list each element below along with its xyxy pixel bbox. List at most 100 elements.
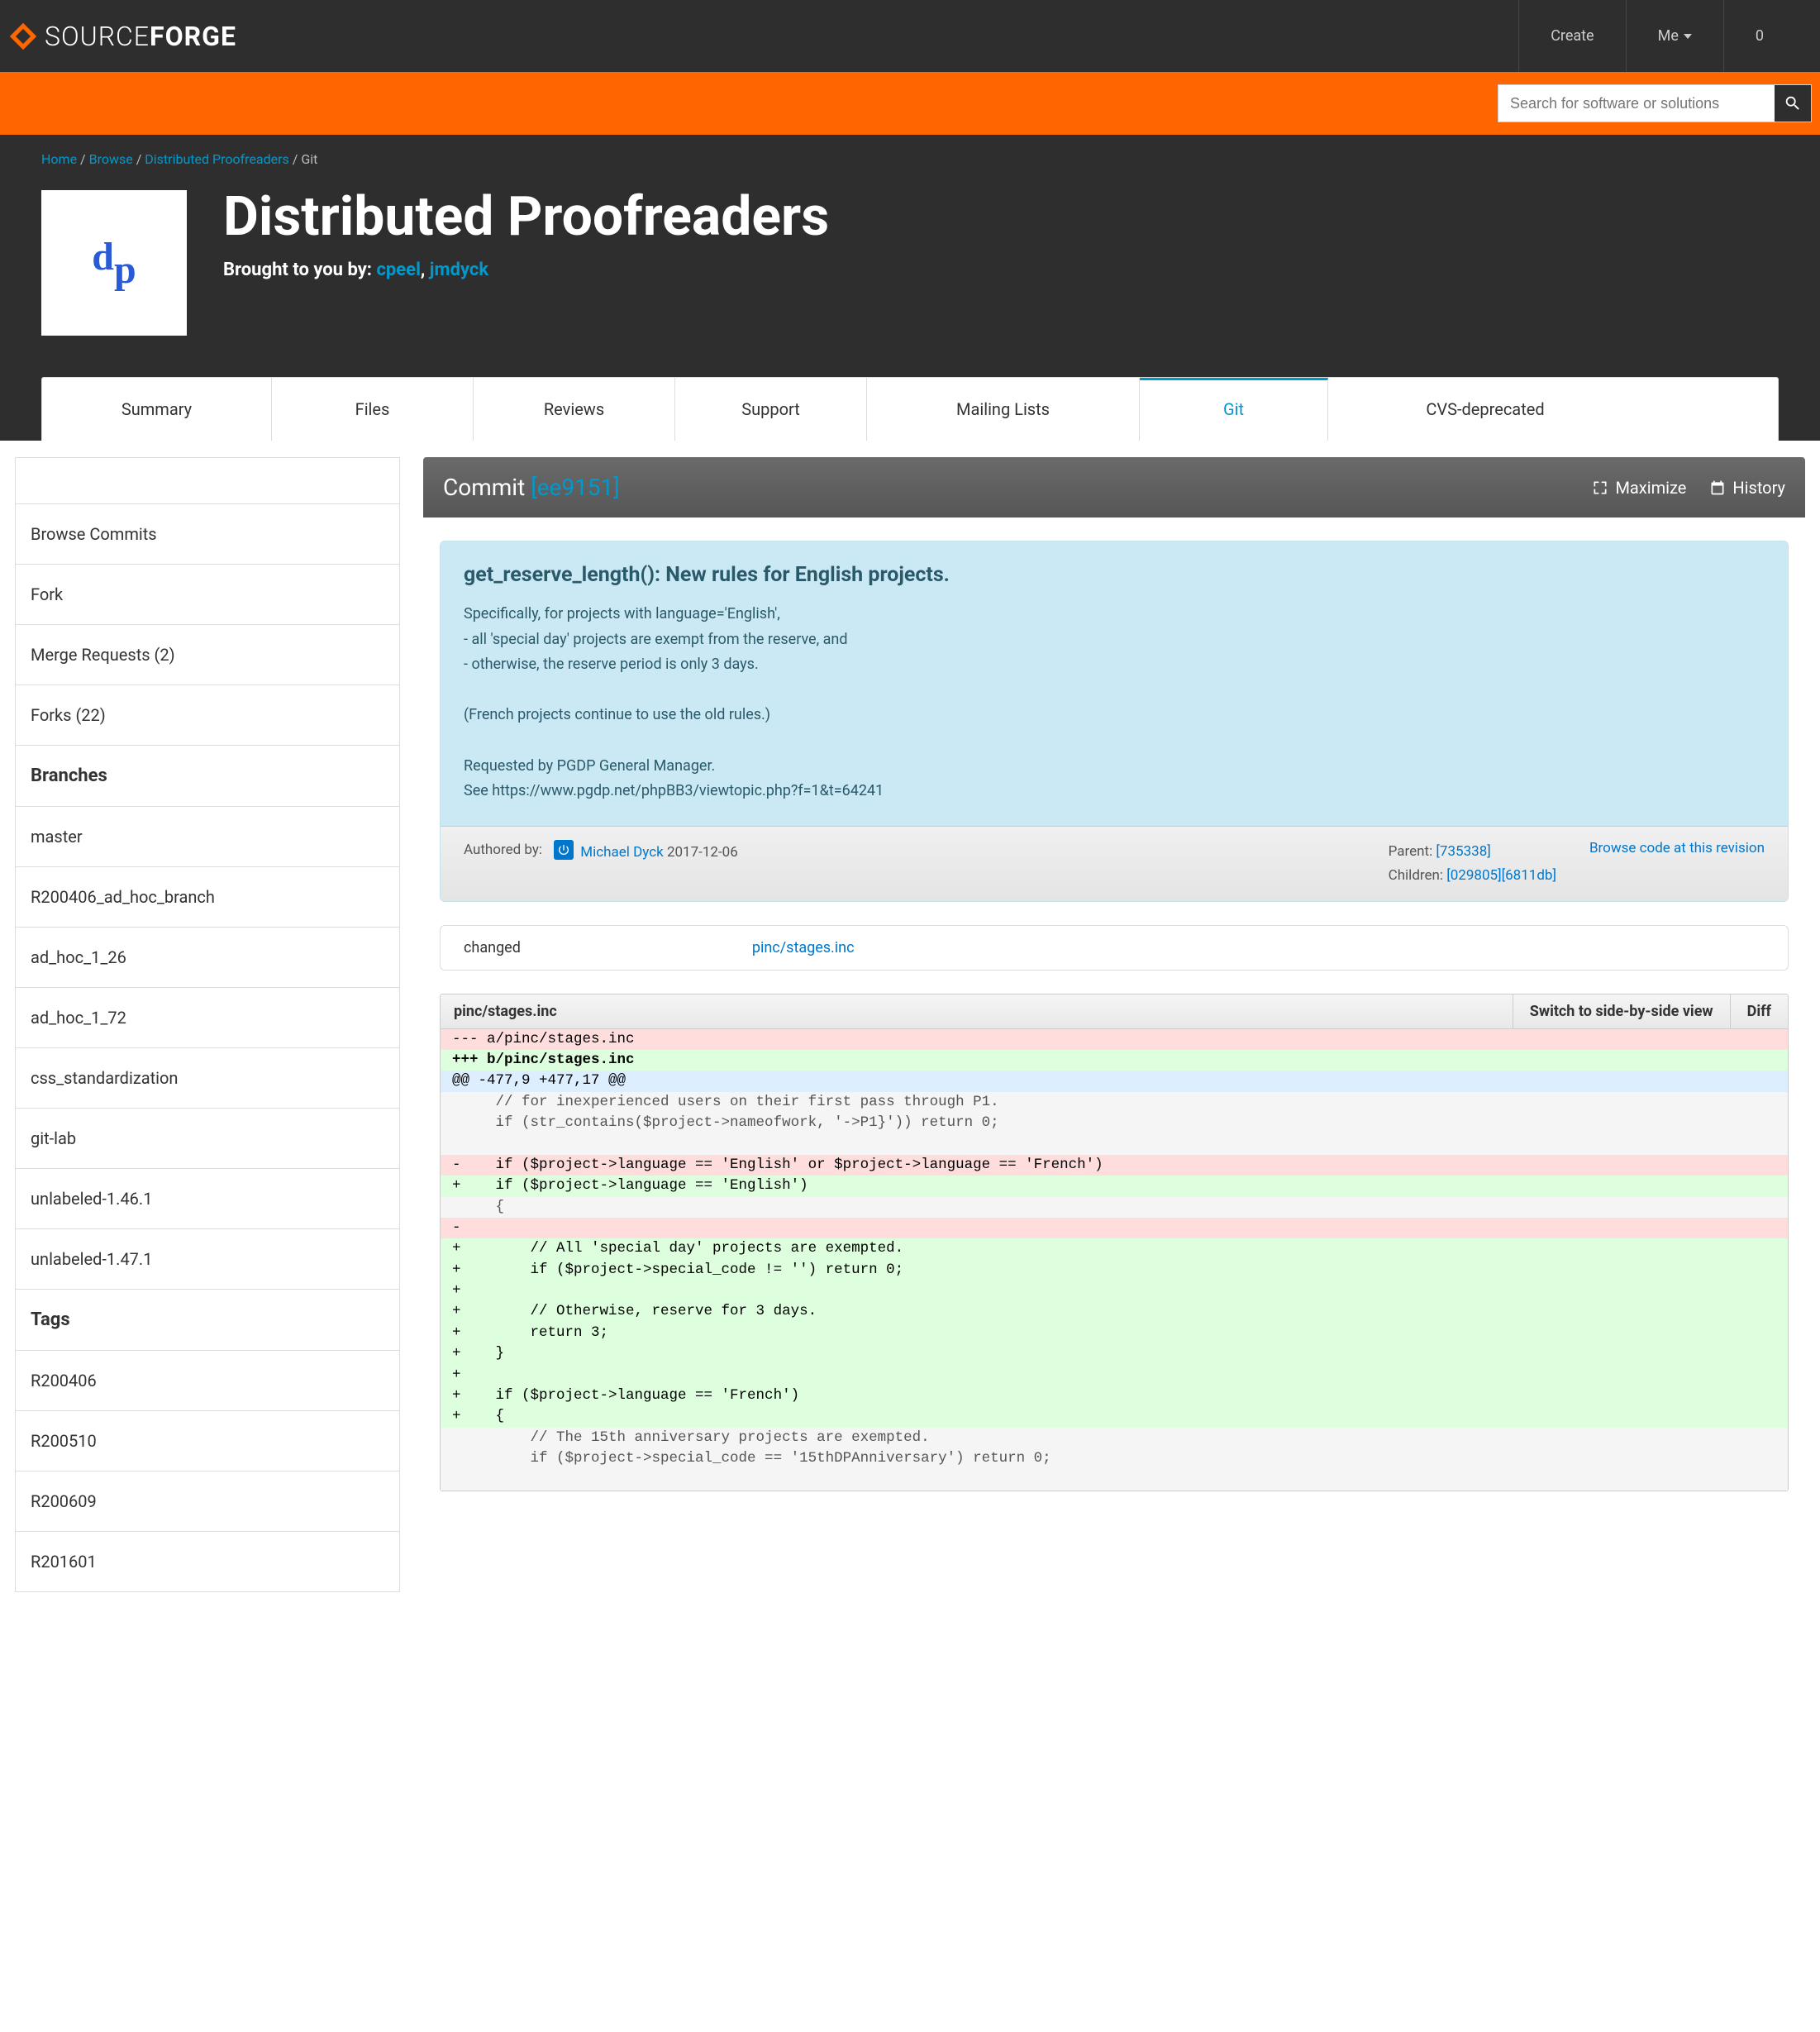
diff-body: --- a/pinc/stages.inc+++ b/pinc/stages.i… xyxy=(441,1029,1788,1491)
parent-link[interactable]: [735338] xyxy=(1436,843,1490,860)
changed-label: changed xyxy=(464,939,521,956)
sidebar-item[interactable]: Merge Requests (2) xyxy=(16,625,399,685)
crumb-current: Git xyxy=(301,151,317,167)
commit-body: Specifically, for projects with language… xyxy=(464,602,1765,804)
logo[interactable]: SOURCEFORGE xyxy=(8,21,236,52)
branch-item[interactable]: master xyxy=(16,807,399,867)
nav-notifications[interactable]: 0 xyxy=(1723,0,1795,72)
sidebar-item[interactable]: Fork xyxy=(16,565,399,625)
sidebar-item[interactable]: Browse Commits xyxy=(16,504,399,565)
browse-code-link[interactable]: Browse code at this revision xyxy=(1589,840,1765,856)
branch-item[interactable]: unlabeled-1.47.1 xyxy=(16,1229,399,1290)
owner-link[interactable]: cpeel xyxy=(376,260,420,280)
diff-line: + return 3; xyxy=(441,1323,1788,1343)
author-link[interactable]: Michael Dyck xyxy=(580,844,663,861)
search-icon xyxy=(1784,94,1802,112)
diff-line: - xyxy=(441,1218,1788,1238)
maximize-icon xyxy=(1592,479,1608,496)
nav-me-label: Me xyxy=(1658,27,1679,45)
diff-button[interactable]: Diff xyxy=(1730,995,1788,1028)
tag-item[interactable]: R200510 xyxy=(16,1411,399,1472)
owner-link[interactable]: jmdyck xyxy=(430,260,488,280)
panel-title: Commit [ee9151] xyxy=(443,474,620,501)
project-header: Home / Browse / Distributed Proofreaders… xyxy=(0,135,1820,377)
diff-line: --- a/pinc/stages.inc xyxy=(441,1029,1788,1050)
diff-line: + if ($project->special_code != '') retu… xyxy=(441,1260,1788,1281)
child-link[interactable]: [029805] xyxy=(1446,867,1501,884)
calendar-icon xyxy=(1709,479,1726,496)
breadcrumbs: Home / Browse / Distributed Proofreaders… xyxy=(41,135,1779,175)
diff-line: { xyxy=(441,1197,1788,1218)
diff-line: - if ($project->language == 'English' or… xyxy=(441,1155,1788,1176)
switch-view-button[interactable]: Switch to side-by-side view xyxy=(1513,995,1730,1028)
commit-title: get_reserve_length(): New rules for Engl… xyxy=(464,563,1765,587)
authored-by-label: Authored by: xyxy=(464,842,542,858)
brought-by: Brought to you by: cpeel, jmdyck xyxy=(223,260,829,280)
search-button[interactable] xyxy=(1775,85,1811,122)
sourceforge-icon xyxy=(8,21,38,51)
tab-summary[interactable]: Summary xyxy=(42,378,272,441)
author-avatar xyxy=(554,840,574,860)
diff-line: + if ($project->language == 'English') xyxy=(441,1176,1788,1196)
diff-line: + if ($project->language == 'French') xyxy=(441,1386,1788,1406)
changed-files: changed pinc/stages.inc xyxy=(440,925,1789,971)
diff-line: + } xyxy=(441,1343,1788,1364)
nav-me[interactable]: Me xyxy=(1626,0,1723,72)
branch-item[interactable]: ad_hoc_1_26 xyxy=(16,928,399,988)
parent-label: Parent: xyxy=(1389,843,1436,860)
diff-line: // for inexperienced users on their firs… xyxy=(441,1092,1788,1113)
diff-line: if ($project->special_code == '15thDPAnn… xyxy=(441,1448,1788,1469)
history-button[interactable]: History xyxy=(1709,478,1785,498)
sidebar-item[interactable]: Forks (22) xyxy=(16,685,399,746)
project-title: Distributed Proofreaders xyxy=(223,190,829,245)
nav-create[interactable]: Create xyxy=(1518,0,1625,72)
logo-text: SOURCEFORGE xyxy=(45,21,236,52)
branches-heading: Branches xyxy=(16,746,399,807)
diff-line: + // All 'special day' projects are exem… xyxy=(441,1238,1788,1259)
caret-down-icon xyxy=(1684,34,1692,39)
crumb-project[interactable]: Distributed Proofreaders xyxy=(145,151,289,167)
crumb-home[interactable]: Home xyxy=(41,151,77,167)
search-input[interactable] xyxy=(1498,85,1775,122)
tab-support[interactable]: Support xyxy=(675,378,867,441)
branch-item[interactable]: ad_hoc_1_72 xyxy=(16,988,399,1048)
diff-line xyxy=(441,1469,1788,1490)
diff-line: + // Otherwise, reserve for 3 days. xyxy=(441,1301,1788,1322)
tab-reviews[interactable]: Reviews xyxy=(474,378,675,441)
tab-cvs-deprecated[interactable]: CVS-deprecated xyxy=(1328,378,1642,441)
diff-line xyxy=(441,1133,1788,1154)
tag-item[interactable]: R201601 xyxy=(16,1532,399,1592)
diff-line: // The 15th anniversary projects are exe… xyxy=(441,1428,1788,1448)
orange-bar xyxy=(0,72,1820,135)
branch-item[interactable]: R200406_ad_hoc_branch xyxy=(16,867,399,928)
diff: pinc/stages.inc Switch to side-by-side v… xyxy=(440,994,1789,1491)
sidebar-filter[interactable] xyxy=(16,458,399,504)
diff-line: + xyxy=(441,1281,1788,1301)
top-nav: SOURCEFORGE Create Me 0 xyxy=(0,0,1820,72)
power-icon xyxy=(557,843,570,856)
changed-file-link[interactable]: pinc/stages.inc xyxy=(752,939,855,956)
tab-git[interactable]: Git xyxy=(1140,378,1328,441)
diff-line: + { xyxy=(441,1406,1788,1427)
commit-hash-link[interactable]: [ee9151] xyxy=(531,474,620,501)
project-icon: dp xyxy=(41,190,187,336)
tabs: SummaryFilesReviewsSupportMailing ListsG… xyxy=(41,377,1779,441)
branch-item[interactable]: unlabeled-1.46.1 xyxy=(16,1169,399,1229)
branch-item[interactable]: git-lab xyxy=(16,1109,399,1169)
branch-item[interactable]: css_standardization xyxy=(16,1048,399,1109)
tag-item[interactable]: R200609 xyxy=(16,1472,399,1532)
tab-files[interactable]: Files xyxy=(272,378,474,441)
panel-header: Commit [ee9151] Maximize History xyxy=(423,457,1805,518)
children-label: Children: xyxy=(1389,867,1447,884)
main: Commit [ee9151] Maximize History get_res… xyxy=(423,457,1805,1592)
tab-mailing-lists[interactable]: Mailing Lists xyxy=(867,378,1140,441)
tag-item[interactable]: R200406 xyxy=(16,1351,399,1411)
child-link[interactable]: [6811db] xyxy=(1502,867,1556,884)
diff-line: +++ b/pinc/stages.inc xyxy=(441,1050,1788,1071)
diff-filename: pinc/stages.inc xyxy=(454,1003,557,1020)
tags-heading: Tags xyxy=(16,1290,399,1351)
search-wrap xyxy=(1498,84,1812,122)
crumb-browse[interactable]: Browse xyxy=(89,151,133,167)
maximize-button[interactable]: Maximize xyxy=(1592,478,1686,498)
diff-line: + xyxy=(441,1365,1788,1386)
